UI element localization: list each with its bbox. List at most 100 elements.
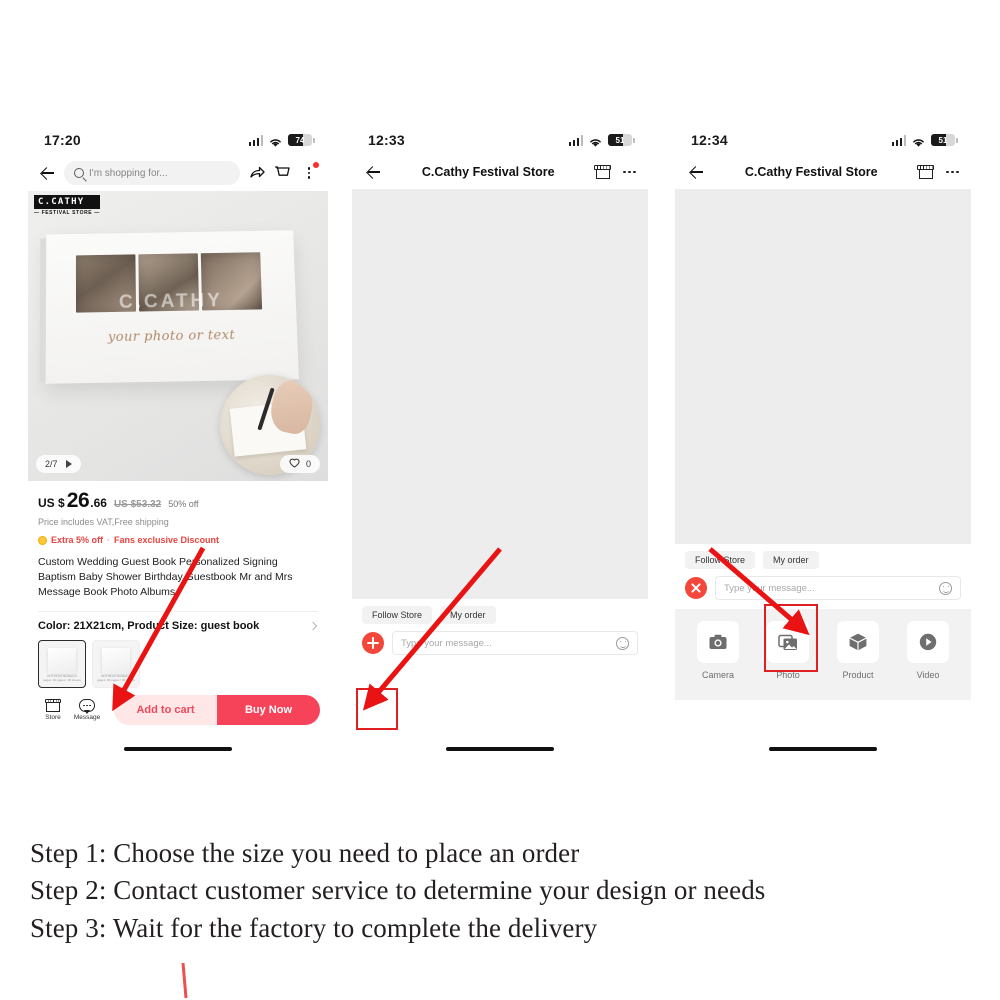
attachment-video[interactable]: Video [902, 621, 954, 680]
back-arrow-icon[interactable] [687, 163, 705, 181]
promo-text: Fans exclusive Discount [114, 535, 219, 545]
battery-icon: 51 [931, 134, 955, 146]
coin-icon [38, 536, 47, 545]
heart-icon[interactable] [289, 458, 300, 470]
cellular-signal-icon [569, 135, 584, 146]
add-to-cart-button[interactable]: Add to cart [114, 695, 217, 725]
product-image-guestbook: C.CATHY your photo or text [46, 230, 299, 384]
price-decimal: .66 [90, 496, 107, 510]
close-circle-icon[interactable] [685, 577, 707, 599]
store-icon [45, 699, 61, 712]
like-control[interactable]: 0 [280, 455, 320, 473]
divider [38, 611, 318, 612]
variant-swatches: 21 X 21 cm Number of pages: 60 pages / 3… [38, 640, 318, 688]
variant-label: Color: 21X21cm, Product Size: guest book [38, 620, 259, 632]
chip-my-order[interactable]: My order [763, 551, 819, 569]
battery-icon: 74 [288, 134, 312, 146]
steps-instructions: Step 1: Choose the size you need to plac… [30, 835, 980, 947]
cta-group: Add to cart Buy Now [114, 695, 320, 725]
box-icon [837, 621, 879, 663]
attachment-camera[interactable]: Camera [692, 621, 744, 680]
chat-navigation-bar: C.Cathy Festival Store [352, 155, 648, 189]
original-price: US $53.32 [114, 499, 161, 510]
store-button-label: Store [45, 714, 61, 721]
arrow-bottom-decorative [183, 963, 186, 998]
status-time: 12:33 [368, 132, 405, 148]
product-gallery[interactable]: C.CATHY — FESTIVAL STORE — C.CATHY your … [28, 191, 328, 481]
photo-icon [767, 621, 809, 663]
vat-shipping-note: Price includes VAT,Free shipping [38, 517, 318, 527]
plus-circle-icon[interactable] [362, 632, 384, 654]
currency-label: US $ [38, 496, 65, 510]
search-input[interactable]: I'm shopping for... [64, 161, 240, 185]
store-button[interactable]: Store [36, 699, 70, 721]
battery-icon: 51 [608, 134, 632, 146]
attachment-panel: Camera Photo Product Video [675, 609, 971, 700]
price-block: US $ 26 .66 US $53.32 50% off Price incl… [28, 481, 328, 545]
promo-badge-label: Extra 5% off [51, 535, 103, 545]
promo-line[interactable]: Extra 5% off · Fans exclusive Discount [38, 535, 318, 545]
attachment-label: Photo [776, 670, 800, 680]
message-input[interactable]: Type your message... [715, 576, 961, 600]
variant-swatch-caption: 20 X 25 cm Number of pages: 60 pages / 3… [97, 675, 135, 683]
wifi-icon [911, 135, 926, 146]
attachment-label: Product [842, 670, 873, 680]
message-placeholder: Type your message... [724, 583, 815, 594]
buy-now-button[interactable]: Buy Now [217, 695, 320, 725]
page-counter-label: 2/7 [45, 459, 58, 469]
back-arrow-icon[interactable] [364, 163, 382, 181]
smiley-icon[interactable] [939, 582, 952, 595]
variant-swatch-caption: 21 X 21 cm Number of pages: 60 pages / 3… [43, 675, 81, 683]
chat-title: C.Cathy Festival Store [705, 165, 917, 179]
share-icon[interactable] [248, 164, 266, 182]
cart-icon[interactable] [274, 164, 292, 182]
store-icon[interactable] [917, 165, 934, 179]
more-horizontal-icon[interactable] [946, 171, 959, 174]
step-3: Step 3: Wait for the factory to complete… [30, 910, 980, 947]
step-1: Step 1: Choose the size you need to plac… [30, 835, 980, 872]
chat-input-row: Type your message... [675, 569, 971, 609]
promo-separator: · [107, 535, 110, 545]
play-icon[interactable] [66, 460, 72, 468]
home-indicator [769, 747, 877, 751]
chat-input-row: Type your message... [352, 624, 648, 664]
status-bar: 12:33 51 [352, 125, 648, 155]
chevron-right-icon[interactable] [309, 621, 317, 629]
attachment-photo[interactable]: Photo [762, 621, 814, 680]
search-icon [74, 168, 84, 178]
smiley-icon[interactable] [616, 637, 629, 650]
price-amount: 26 [67, 489, 90, 513]
chat-message-area [675, 189, 971, 544]
message-button[interactable]: Message [70, 699, 104, 721]
phone-screenshot-product-page: 17:20 74 I'm shopping for... C.CATHY — F… [28, 125, 328, 765]
variant-swatch[interactable]: 20 X 25 cm Number of pages: 60 pages / 3… [92, 640, 140, 688]
attachment-product[interactable]: Product [832, 621, 884, 680]
back-arrow-icon[interactable] [38, 164, 56, 182]
message-button-label: Message [74, 714, 100, 721]
more-horizontal-icon[interactable] [623, 171, 636, 174]
chat-title: C.Cathy Festival Store [382, 165, 594, 179]
notification-dot [313, 162, 319, 168]
gallery-page-counter[interactable]: 2/7 [36, 455, 81, 473]
variant-header[interactable]: Color: 21X21cm, Product Size: guest book [38, 620, 318, 632]
quick-action-chips: Follow Store My order [675, 544, 971, 569]
status-bar: 17:20 74 [28, 125, 328, 155]
chip-follow-store[interactable]: Follow Store [362, 606, 432, 624]
chip-follow-store[interactable]: Follow Store [685, 551, 755, 569]
status-bar: 12:34 51 [675, 125, 971, 155]
message-input[interactable]: Type your message... [392, 631, 638, 655]
chip-my-order[interactable]: My order [440, 606, 496, 624]
variant-swatch-selected[interactable]: 21 X 21 cm Number of pages: 60 pages / 3… [38, 640, 86, 688]
status-icons: 51 [892, 134, 956, 146]
attachment-label: Camera [702, 670, 734, 680]
more-vertical-icon[interactable] [300, 164, 318, 182]
price-line: US $ 26 .66 US $53.32 50% off [38, 489, 318, 513]
quick-action-chips: Follow Store My order [352, 599, 648, 624]
guestbook-photo-collage [76, 252, 262, 312]
like-count: 0 [306, 459, 311, 469]
store-icon[interactable] [594, 165, 611, 179]
guestbook-script-text: your photo or text [46, 327, 298, 346]
wifi-icon [268, 135, 283, 146]
camera-icon [697, 621, 739, 663]
discount-label: 50% off [168, 499, 198, 509]
